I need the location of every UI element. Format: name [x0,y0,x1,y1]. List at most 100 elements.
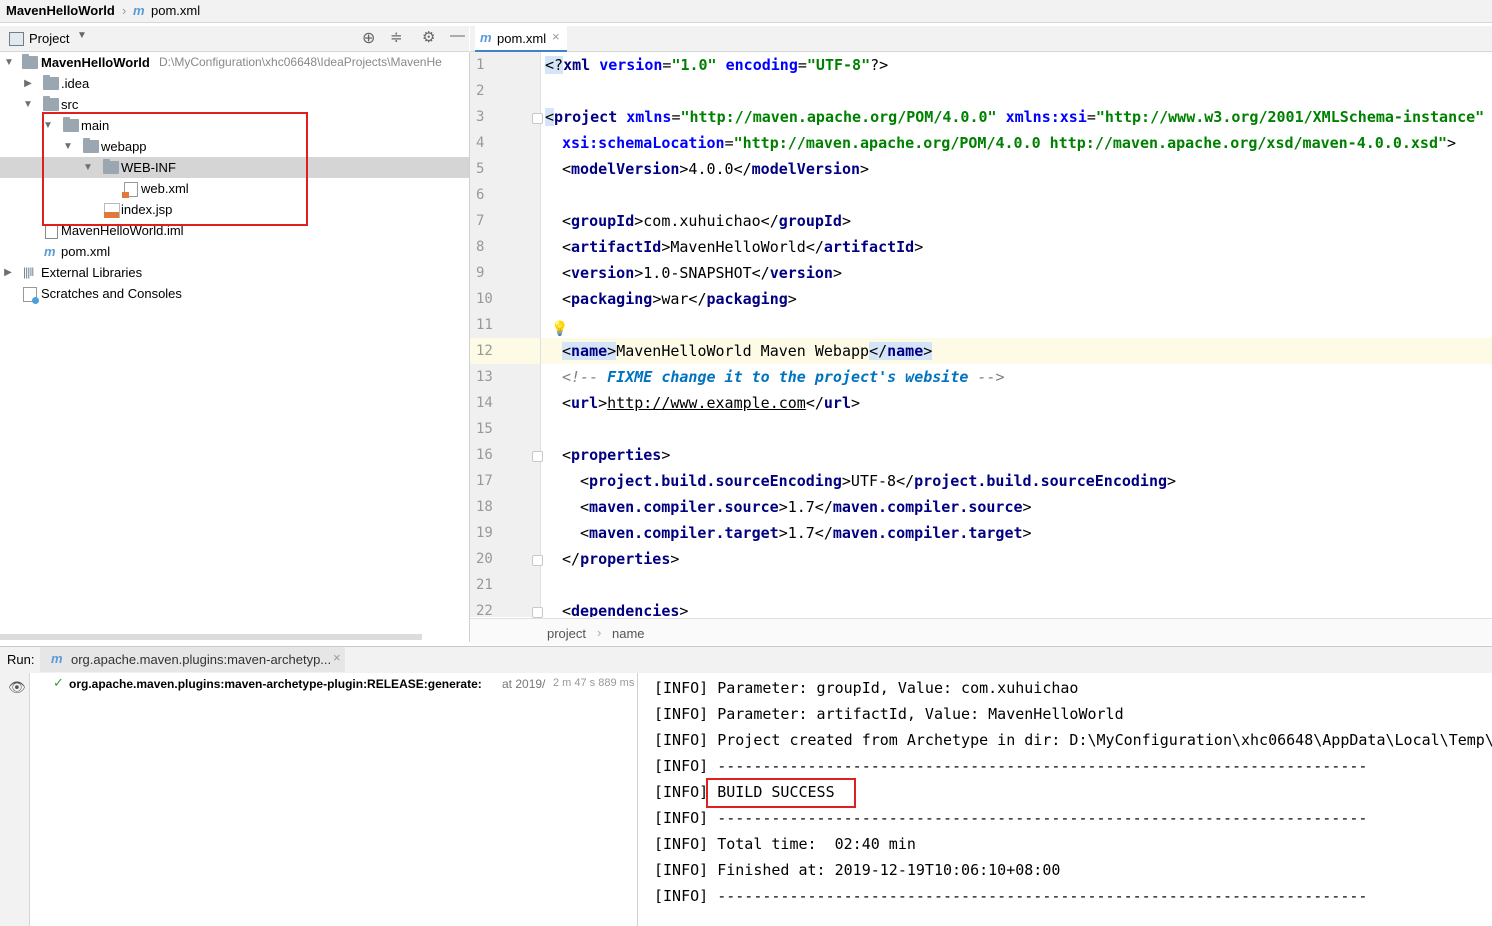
code-line-13: <!-- FIXME change it to the project's we… [562,368,1005,386]
code-line-22: <dependencies> [562,602,689,617]
line-number: 20 [476,551,493,567]
iml-file-icon [45,224,58,239]
eye-icon[interactable]: 👁 [8,679,26,696]
line-number: 13 [476,369,493,385]
line-number: 16 [476,447,493,463]
tree-item-scratches[interactable]: Scratches and Consoles [0,283,469,304]
line-number: 12 [476,343,493,359]
code-line-7: <groupId>com.xuhuichao</groupId> [562,212,851,230]
module-folder-icon [22,54,38,69]
project-icon [9,32,24,46]
folder-icon [43,96,59,111]
breadcrumb-project[interactable]: MavenHelloWorld [6,3,115,18]
chevron-down-icon[interactable]: ▼ [4,52,14,73]
fold-marker-icon[interactable] [532,555,543,566]
console-line: [INFO] Parameter: groupId, Value: com.xu… [654,679,1079,697]
console-line: [INFO] ---------------------------------… [654,809,1368,827]
tree-item-label: Scratches and Consoles [41,286,182,301]
tree-item-label: External Libraries [41,265,143,280]
code-line-10: <packaging>war</packaging> [562,290,797,308]
line-number: 1 [476,57,485,73]
line-number: 17 [476,473,493,489]
tree-item-label: .idea [61,76,90,91]
code-line-18: <maven.compiler.source>1.7</maven.compil… [580,498,1032,516]
line-number: 19 [476,525,493,541]
tab-pom-xml[interactable]: m pom.xml × [475,26,567,53]
tree-item-pom[interactable]: m pom.xml [0,241,469,262]
run-panel-header: Run: m org.apache.maven.plugins:maven-ar… [0,646,1492,674]
tree-item-maven-hello-world[interactable]: ▼ MavenHelloWorld D:\MyConfiguration\xhc… [0,52,469,73]
line-number: 4 [476,135,485,151]
code-line-4: xsi:schemaLocation="http://maven.apache.… [562,134,1457,152]
fold-marker-icon[interactable] [532,451,543,462]
code-line-12: <name>MavenHelloWorld Maven Webapp</name… [562,342,933,360]
scratches-icon [23,287,39,304]
maven-file-icon: m [133,3,145,18]
editor-tab-bar [470,26,1492,52]
run-tree: ✓ org.apache.maven.plugins:maven-archety… [30,673,638,926]
success-check-icon: ✓ [53,675,64,690]
gear-icon[interactable]: ⚙ [422,28,435,46]
console-line: [INFO] Finished at: 2019-12-19T10:06:10+… [654,861,1061,879]
highlight-box-build-success [706,778,856,808]
line-number: 14 [476,395,493,411]
editor-breadcrumb: project › name [470,618,1492,645]
tree-item-path: D:\MyConfiguration\xhc06648\IdeaProjects… [159,55,442,69]
breadcrumb-file[interactable]: pom.xml [151,3,200,18]
code-line-17: <project.build.sourceEncoding>UTF-8</pro… [580,472,1177,490]
folder-icon [43,75,59,90]
breadcrumb-project-tag[interactable]: project [547,626,586,641]
run-toolbar: 👁 [0,673,30,926]
code-line-20: </properties> [562,550,680,568]
console-line: [INFO] Total time: 02:40 min [654,835,916,853]
run-task-row[interactable]: ✓ org.apache.maven.plugins:maven-archety… [30,673,637,695]
project-view-title[interactable]: Project [29,31,69,46]
maven-file-icon: m [44,244,56,259]
close-icon[interactable]: × [552,29,560,44]
code-line-8: <artifactId>MavenHelloWorld</artifactId> [562,238,924,256]
code-line-3: <project xmlns="http://maven.apache.org/… [545,108,1485,126]
line-number: 15 [476,421,493,437]
line-number: 8 [476,239,485,255]
line-number: 11 [476,317,493,333]
line-number: 21 [476,577,493,593]
hide-icon[interactable]: — [450,27,465,44]
run-tab-label: org.apache.maven.plugins:maven-archetyp.… [71,652,332,667]
line-number: 22 [476,603,493,617]
line-number: 2 [476,83,485,99]
fold-marker-icon[interactable] [532,113,543,124]
code-line-16: <properties> [562,446,671,464]
run-tab[interactable]: m org.apache.maven.plugins:maven-archety… [40,647,345,672]
project-panel-header: Project ▼ ⊕ ≑ ⚙ — [0,26,469,52]
task-name: org.apache.maven.plugins:maven-archetype… [69,677,482,691]
tree-item-idea[interactable]: ▶ .idea [0,73,469,94]
fold-marker-icon[interactable] [532,607,543,618]
breadcrumb-separator: › [597,625,602,640]
horizontal-scrollbar[interactable] [0,634,422,640]
breadcrumb-name-tag[interactable]: name [612,626,645,641]
tab-label: pom.xml [497,31,547,46]
locate-icon[interactable]: ⊕ [362,28,375,48]
collapse-all-icon[interactable]: ≑ [390,28,403,46]
tree-item-label: MavenHelloWorld [41,55,150,70]
code-line-14: <url>http://www.example.com</url> [562,394,861,412]
tree-item-external-libraries[interactable]: ▶ |||‖ External Libraries [0,262,469,283]
code-line-1: <?xml version="1.0" encoding="UTF-8"?> [545,56,889,74]
code-line-5: <modelVersion>4.0.0</modelVersion> [562,160,870,178]
line-number: 9 [476,265,485,281]
close-icon[interactable]: × [333,650,341,665]
navigation-bar: MavenHelloWorld › m pom.xml [0,0,1492,23]
line-number: 6 [476,187,485,203]
line-number: 3 [476,109,485,125]
chevron-down-icon[interactable]: ▼ [77,30,87,41]
console-line: [INFO] Project created from Archetype in… [654,731,1492,749]
line-number: 7 [476,213,485,229]
chevron-right-icon[interactable]: ▶ [3,262,13,283]
console-line: [INFO] ---------------------------------… [654,757,1368,775]
chevron-down-icon[interactable]: ▼ [23,94,33,115]
lightbulb-icon[interactable]: 💡 [551,320,568,337]
chevron-right-icon[interactable]: ▶ [23,73,33,94]
console-line: [INFO] ---------------------------------… [654,887,1368,905]
console-line: [INFO] Parameter: artifactId, Value: Mav… [654,705,1124,723]
code-line-9: <version>1.0-SNAPSHOT</version> [562,264,842,282]
